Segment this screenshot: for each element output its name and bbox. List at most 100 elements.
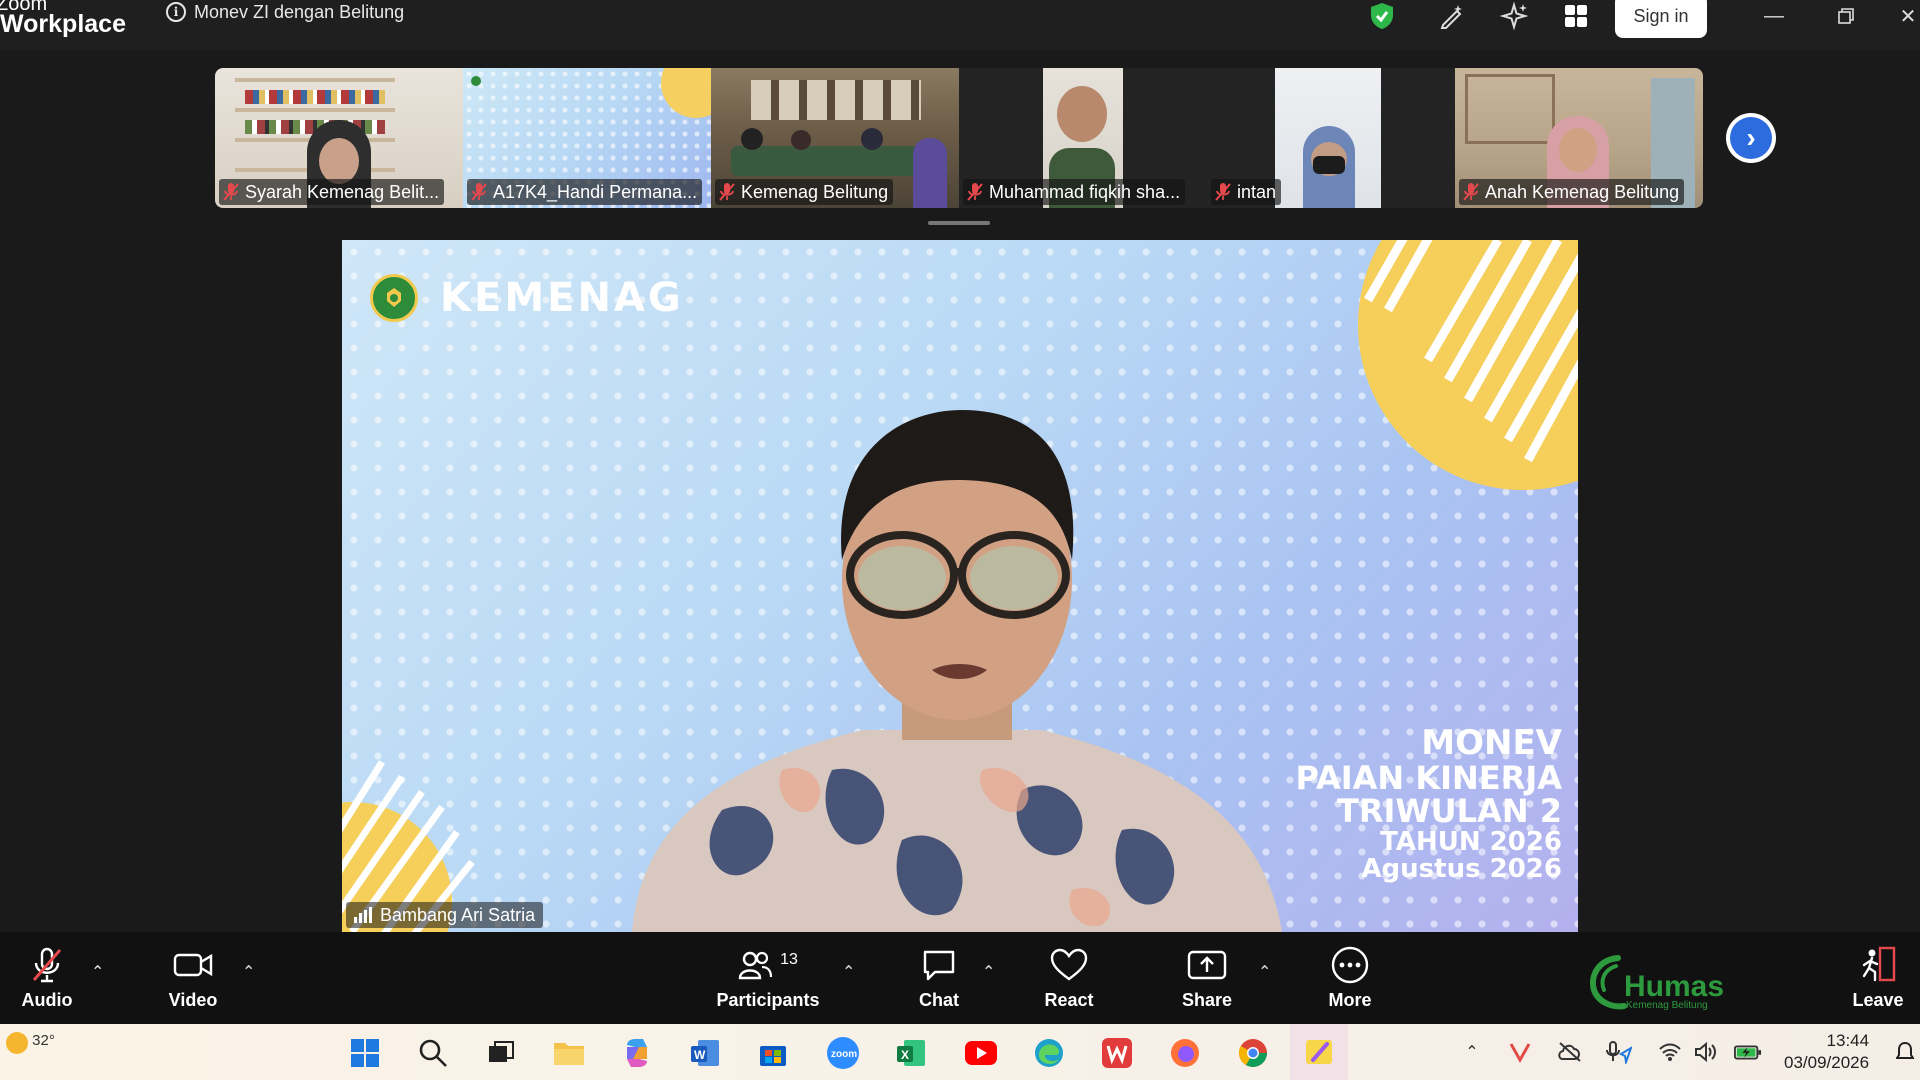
sign-in-button[interactable]: Sign in (1615, 0, 1707, 38)
muted-microphone-icon (30, 946, 64, 984)
thumbnail-name-tag: Muhammad fiqkih sha... (963, 179, 1186, 205)
battery-charging-icon[interactable] (1734, 1038, 1762, 1066)
react-button[interactable]: React (1036, 932, 1102, 1024)
excel-app-icon[interactable]: X (892, 1034, 930, 1072)
next-page-button[interactable]: › (1726, 113, 1776, 163)
heart-icon (1050, 946, 1088, 984)
participant-thumbnail[interactable]: Syarah Kemenag Belit... (215, 68, 463, 208)
video-button[interactable]: Video (160, 932, 226, 1024)
microsoft-store-icon[interactable] (754, 1034, 792, 1072)
participants-icon-group: 13 (738, 946, 798, 984)
speaker-name: Bambang Ari Satria (380, 904, 536, 925)
more-options-icon (1331, 946, 1369, 984)
notification-bell-icon[interactable] (1894, 1038, 1916, 1066)
share-options-caret-icon[interactable]: ⌃ (1258, 962, 1271, 982)
thumbnail-name-tag: A17K4_Handi Permana... (467, 179, 703, 205)
ai-companion-icon[interactable] (1500, 2, 1528, 30)
thumbnail-name: Syarah Kemenag Belit... (245, 181, 440, 202)
volume-icon[interactable] (1692, 1038, 1720, 1066)
participant-thumbnail[interactable]: Anah Kemenag Belitung (1455, 68, 1703, 208)
show-hidden-icons-chevron-icon[interactable]: ⌃ (1458, 1038, 1486, 1066)
participant-thumbnail-strip: Syarah Kemenag Belit... A17K4_Handi Perm… (215, 68, 1705, 208)
react-label: React (1044, 989, 1094, 1010)
sticky-notes-icon[interactable] (1290, 1024, 1348, 1080)
wps-office-icon[interactable] (1098, 1034, 1136, 1072)
microphone-location-icon[interactable] (1604, 1038, 1632, 1066)
thumbnail-name-tag: Syarah Kemenag Belit... (219, 179, 445, 205)
audio-label: Audio (21, 989, 73, 1010)
vivaldi-tray-icon[interactable] (1506, 1038, 1534, 1066)
humas-subtitle: Kemenag Belitung (1626, 1000, 1708, 1011)
svg-text:X: X (901, 1048, 909, 1062)
participants-icon (738, 951, 773, 979)
info-icon[interactable]: i (166, 2, 186, 22)
chrome-icon[interactable] (1234, 1034, 1272, 1072)
slide-line-3: TRIWULAN 2 (1337, 792, 1562, 831)
chat-options-caret-icon[interactable]: ⌃ (982, 962, 995, 982)
muted-mic-icon (967, 182, 983, 202)
humas-watermark-logo: Humas Kemenag Belitung (1588, 950, 1728, 1012)
kemenag-emblem-icon (370, 274, 418, 322)
thumbnail-name-tag: Kemenag Belitung (715, 179, 894, 205)
youtube-icon[interactable] (962, 1034, 1000, 1072)
video-options-caret-icon[interactable]: ⌃ (242, 962, 255, 982)
clock-time: 13:44 (1826, 1031, 1870, 1050)
humas-title: Humas (1624, 970, 1724, 1003)
participant-thumbnail[interactable]: intan (1207, 68, 1455, 208)
audio-options-caret-icon[interactable]: ⌃ (91, 962, 104, 982)
weather-sun-icon (6, 1032, 28, 1054)
task-view-icon[interactable] (482, 1034, 520, 1072)
kemenag-logo: KEMENAG (370, 274, 684, 322)
share-button[interactable]: Share (1174, 932, 1240, 1024)
slide-title: MONEV PAIAN KINERJA TRIWULAN 2 TAHUN 202… (1295, 725, 1562, 883)
video-camera-icon (173, 946, 213, 984)
svg-text:W: W (694, 1048, 706, 1062)
participant-thumbnail[interactable]: Kemenag Belitung (711, 68, 959, 208)
participants-label: Participants (716, 989, 820, 1010)
weather-temperature: 32° (32, 1032, 55, 1049)
thumbnail-name-tag: intan (1211, 179, 1282, 205)
apps-grid-icon[interactable] (1562, 2, 1590, 30)
security-shield-icon[interactable] (1368, 2, 1396, 30)
share-label: Share (1181, 989, 1233, 1010)
copilot-icon[interactable] (618, 1034, 656, 1072)
speaker-name-tag: Bambang Ari Satria (346, 902, 544, 928)
cloud-offline-icon[interactable] (1556, 1038, 1584, 1066)
share-screen-icon (1187, 946, 1227, 984)
meeting-info[interactable]: i Monev ZI dengan Belitung (166, 0, 404, 24)
participants-button[interactable]: 13 Participants (714, 932, 822, 1024)
leave-label: Leave (1852, 989, 1904, 1010)
chat-bubble-icon (921, 946, 957, 984)
firefox-icon[interactable] (1166, 1034, 1204, 1072)
thumbnail-name: Anah Kemenag Belitung (1485, 181, 1680, 202)
more-button[interactable]: More (1317, 932, 1383, 1024)
system-clock[interactable]: 13:44 03/09/2026 (1784, 1030, 1869, 1074)
participants-options-caret-icon[interactable]: ⌃ (842, 962, 855, 982)
svg-text:zoom: zoom (831, 1049, 857, 1060)
active-speaker-video[interactable]: KEMENAG MONEV PAIAN KINERJA TRIWULAN 2 T… (342, 240, 1578, 932)
restore-icon[interactable] (1826, 4, 1866, 28)
file-explorer-icon[interactable] (550, 1034, 588, 1072)
whiteboard-pen-icon[interactable] (1438, 2, 1466, 30)
strip-resize-handle[interactable] (928, 221, 990, 225)
leave-button[interactable]: Leave (1846, 932, 1910, 1024)
muted-mic-icon (1463, 182, 1479, 202)
audio-button[interactable]: Audio (14, 932, 80, 1024)
brand-workplace: Workplace (0, 10, 126, 38)
minimize-icon[interactable]: — (1754, 4, 1794, 28)
slide-line-2: PAIAN KINERJA (1295, 758, 1562, 797)
zoom-app-icon[interactable]: zoom (824, 1034, 862, 1072)
start-windows-icon[interactable] (346, 1034, 384, 1072)
search-icon[interactable] (414, 1034, 452, 1072)
close-icon[interactable]: ✕ (1888, 4, 1920, 28)
muted-mic-icon (1215, 182, 1231, 202)
more-label: More (1328, 989, 1372, 1010)
edge-browser-icon[interactable] (1030, 1034, 1068, 1072)
weather-widget[interactable]: 32° (6, 1032, 55, 1054)
chat-button[interactable]: Chat (906, 932, 972, 1024)
wifi-icon[interactable] (1656, 1038, 1684, 1066)
participant-thumbnail[interactable]: A17K4_Handi Permana... (463, 68, 711, 208)
word-app-icon[interactable]: W (686, 1034, 724, 1072)
participant-thumbnail[interactable]: Muhammad fiqkih sha... (959, 68, 1207, 208)
stripe-decoration-bottom (342, 760, 475, 932)
